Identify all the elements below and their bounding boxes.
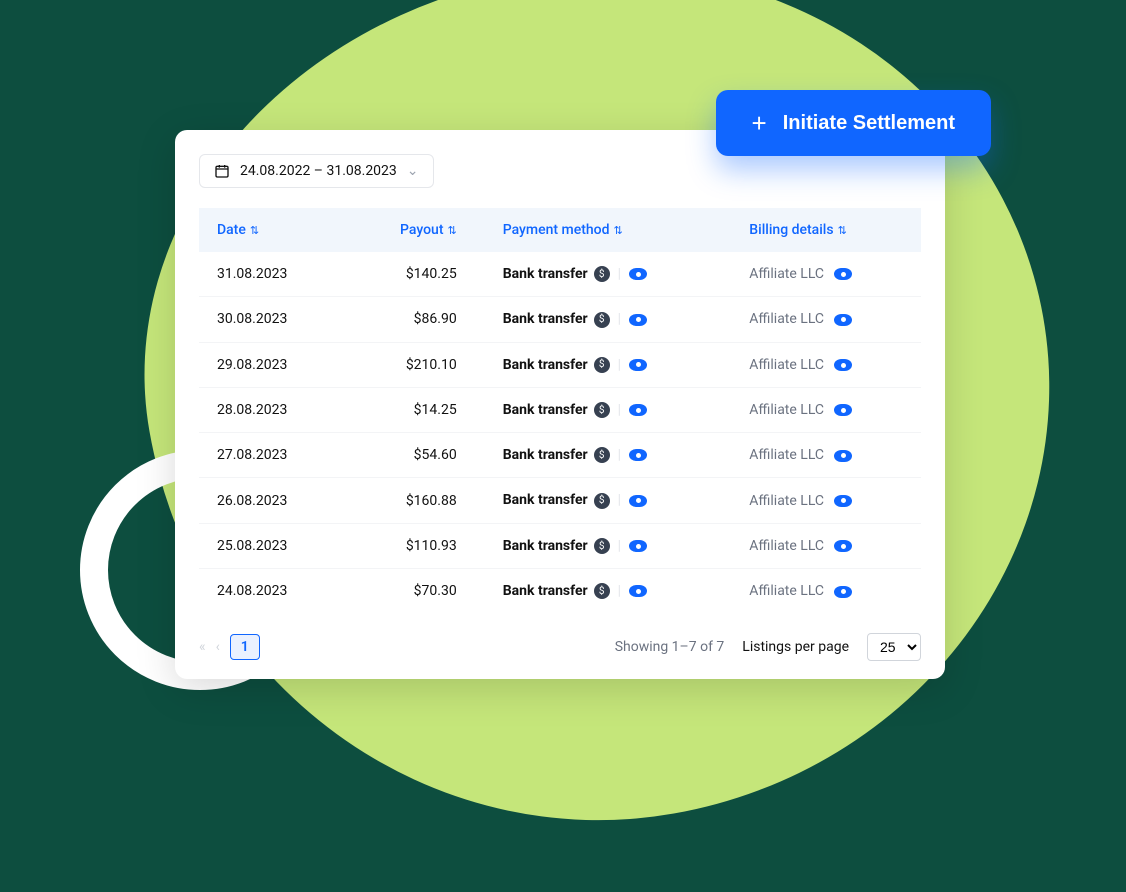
cell-payout: $54.60 xyxy=(344,433,484,478)
cell-payout: $70.30 xyxy=(344,569,484,614)
table-footer: « ‹ 1 Showing 1–7 of 7 Listings per page… xyxy=(199,633,921,661)
cell-payment-method: Bank transfer$| xyxy=(485,342,732,387)
cell-payment-method: Bank transfer$| xyxy=(485,523,732,568)
cell-billing: Affiliate LLC xyxy=(731,523,921,568)
plus-icon: + xyxy=(752,110,767,136)
cell-payment-method: Bank transfer$| xyxy=(485,569,732,614)
dollar-icon: $ xyxy=(594,447,610,463)
cell-payment-method: Bank transfer$| xyxy=(485,433,732,478)
page-prev[interactable]: ‹ xyxy=(216,639,220,655)
eye-icon[interactable] xyxy=(834,495,852,507)
eye-icon[interactable] xyxy=(629,585,647,597)
dollar-icon: $ xyxy=(594,493,610,509)
eye-icon[interactable] xyxy=(629,449,647,461)
sort-icon: ⇅ xyxy=(838,224,847,237)
eye-icon[interactable] xyxy=(629,268,647,280)
date-range-text: 24.08.2022 – 31.08.2023 xyxy=(240,163,397,179)
eye-icon[interactable] xyxy=(834,450,852,462)
cell-payment-method: Bank transfer$| xyxy=(485,252,732,297)
table-row: 25.08.2023$110.93Bank transfer$|Affiliat… xyxy=(199,523,921,568)
pagination: « ‹ 1 xyxy=(199,634,260,660)
eye-icon[interactable] xyxy=(629,404,647,416)
dollar-icon: $ xyxy=(594,402,610,418)
eye-icon[interactable] xyxy=(834,314,852,326)
col-payout[interactable]: Payout⇅ xyxy=(344,208,484,252)
sort-icon: ⇅ xyxy=(250,224,259,237)
dollar-icon: $ xyxy=(594,266,610,282)
sort-icon: ⇅ xyxy=(613,224,622,237)
dollar-icon: $ xyxy=(594,312,610,328)
cell-payout: $160.88 xyxy=(344,478,484,523)
col-date[interactable]: Date⇅ xyxy=(199,208,344,252)
eye-icon[interactable] xyxy=(834,404,852,416)
cell-payout: $210.10 xyxy=(344,342,484,387)
chevron-down-icon: ⌄ xyxy=(407,163,419,179)
table-row: 28.08.2023$14.25Bank transfer$|Affiliate… xyxy=(199,387,921,432)
eye-icon[interactable] xyxy=(629,540,647,552)
settlements-table: Date⇅ Payout⇅ Payment method⇅ Billing de… xyxy=(199,208,921,613)
dollar-icon: $ xyxy=(594,538,610,554)
cell-payment-method: Bank transfer$| xyxy=(485,478,732,523)
col-billing-details[interactable]: Billing details⇅ xyxy=(731,208,921,252)
eye-icon[interactable] xyxy=(629,359,647,371)
dollar-icon: $ xyxy=(594,357,610,373)
cell-payout: $14.25 xyxy=(344,387,484,432)
page-current[interactable]: 1 xyxy=(230,634,260,660)
table-row: 30.08.2023$86.90Bank transfer$|Affiliate… xyxy=(199,297,921,342)
cell-billing: Affiliate LLC xyxy=(731,342,921,387)
cell-billing: Affiliate LLC xyxy=(731,433,921,478)
cell-billing: Affiliate LLC xyxy=(731,387,921,432)
cell-billing: Affiliate LLC xyxy=(731,297,921,342)
cell-date: 31.08.2023 xyxy=(199,252,344,297)
eye-icon[interactable] xyxy=(629,495,647,507)
cell-payout: $86.90 xyxy=(344,297,484,342)
cta-label: Initiate Settlement xyxy=(783,112,955,135)
eye-icon[interactable] xyxy=(834,586,852,598)
table-row: 31.08.2023$140.25Bank transfer$|Affiliat… xyxy=(199,252,921,297)
per-page-label: Listings per page xyxy=(742,639,849,655)
cell-payout: $110.93 xyxy=(344,523,484,568)
per-page-select[interactable]: 25 xyxy=(867,633,921,661)
cell-billing: Affiliate LLC xyxy=(731,252,921,297)
initiate-settlement-button[interactable]: + Initiate Settlement xyxy=(716,90,991,156)
cell-date: 29.08.2023 xyxy=(199,342,344,387)
eye-icon[interactable] xyxy=(629,314,647,326)
table-row: 29.08.2023$210.10Bank transfer$|Affiliat… xyxy=(199,342,921,387)
eye-icon[interactable] xyxy=(834,540,852,552)
cell-date: 24.08.2023 xyxy=(199,569,344,614)
eye-icon[interactable] xyxy=(834,359,852,371)
cell-date: 30.08.2023 xyxy=(199,297,344,342)
table-row: 26.08.2023$160.88Bank transfer$|Affiliat… xyxy=(199,478,921,523)
cell-date: 27.08.2023 xyxy=(199,433,344,478)
eye-icon[interactable] xyxy=(834,268,852,280)
cell-billing: Affiliate LLC xyxy=(731,569,921,614)
cell-date: 25.08.2023 xyxy=(199,523,344,568)
settlements-card: 24.08.2022 – 31.08.2023 ⌄ Date⇅ Payout⇅ … xyxy=(175,130,945,679)
showing-text: Showing 1–7 of 7 xyxy=(615,639,725,655)
sort-icon: ⇅ xyxy=(448,224,457,237)
table-row: 24.08.2023$70.30Bank transfer$|Affiliate… xyxy=(199,569,921,614)
cell-payment-method: Bank transfer$| xyxy=(485,387,732,432)
page-first[interactable]: « xyxy=(199,639,206,655)
dollar-icon: $ xyxy=(594,583,610,599)
calendar-icon xyxy=(214,163,230,179)
col-payment-method[interactable]: Payment method⇅ xyxy=(485,208,732,252)
cell-date: 26.08.2023 xyxy=(199,478,344,523)
cell-payment-method: Bank transfer$| xyxy=(485,297,732,342)
cell-date: 28.08.2023 xyxy=(199,387,344,432)
cell-billing: Affiliate LLC xyxy=(731,478,921,523)
date-range-picker[interactable]: 24.08.2022 – 31.08.2023 ⌄ xyxy=(199,154,434,188)
cell-payout: $140.25 xyxy=(344,252,484,297)
table-row: 27.08.2023$54.60Bank transfer$|Affiliate… xyxy=(199,433,921,478)
